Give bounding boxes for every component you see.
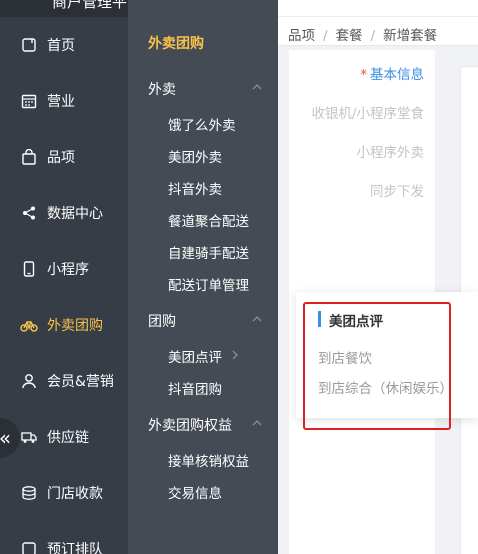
submenu-group-rights[interactable]: 外卖团购权益 [148,415,232,435]
submenu-group-delivery[interactable]: 外卖 [148,79,176,99]
sidebar-item-label: 会员&营销 [47,374,114,390]
submenu-item-eleme[interactable]: 饿了么外卖 [168,114,236,134]
sidebar-item-data-center[interactable]: 数据中心 [0,185,128,241]
sidebar-item-business[interactable]: 营业 [0,73,128,129]
sidebar-item-members-marketing[interactable]: 会员&营销 [0,353,128,409]
app-header: 商户管理平台 [0,0,128,17]
submenu-item-douyin-delivery[interactable]: 抖音外卖 [168,178,222,198]
sidebar-item-delivery-groupbuy[interactable]: 外卖团购 [0,297,128,353]
chevron-up-icon[interactable] [252,314,262,324]
sidebar-item-products[interactable]: 品项 [0,129,128,185]
tab-sync-distribute[interactable]: 同步下发 [370,180,424,200]
main-content: 品项 / 套餐 / 新增套餐 * 基本信息 收银机/小程序堂食 小程序外卖 同步下发 [278,0,478,554]
sidebar-item-label: 营业 [47,94,75,110]
submenu-item-aggregate-delivery[interactable]: 餐道聚合配送 [168,210,249,230]
chevron-up-icon[interactable] [252,418,262,428]
sidebar-item-miniprogram[interactable]: 小程序 [0,241,128,297]
submenu-item-transaction-info[interactable]: 交易信息 [168,482,222,502]
breadcrumb-item[interactable]: 品项 [288,28,315,44]
coins-icon [20,484,38,502]
breadcrumb-separator: / [370,28,376,44]
sidebar-item-label: 品项 [47,150,75,166]
submenu-group-groupbuy[interactable]: 团购 [148,311,176,331]
breadcrumb-separator: / [323,28,328,44]
tab-label: 基本信息 [370,67,424,83]
truck-icon [20,428,38,446]
submenu-item-meituan-dianping[interactable]: 美团点评 [168,346,222,366]
user-icon [20,372,38,390]
sidebar-item-label: 首页 [47,38,75,54]
tab-miniprogram-delivery[interactable]: 小程序外卖 [357,141,425,161]
calendar-icon [20,92,38,110]
sidebar-item-home[interactable]: 首页 [0,17,128,73]
chevron-up-icon[interactable] [252,82,262,92]
sidebar-item-reservation-queue[interactable]: 预订排队 [0,521,128,554]
app-title: 商户管理平台 [52,0,128,11]
secondary-sidebar: 外卖团购 外卖 饿了么外卖 美团外卖 抖音外卖 餐道聚合配送 自建骑手配送 配送… [128,0,278,554]
sidebar-item-label: 小程序 [47,262,89,278]
breadcrumb-bar: 品项 / 套餐 / 新增套餐 [278,0,478,46]
required-mark: * [360,67,367,83]
submenu-item-self-rider[interactable]: 自建骑手配送 [168,242,249,262]
sidebar-item-store-payment[interactable]: 门店收款 [0,465,128,521]
tab-basic-info[interactable]: * 基本信息 [360,63,424,83]
submenu-item-order-verify-rights[interactable]: 接单核销权益 [168,450,249,470]
breadcrumb: 品项 / 套餐 / 新增套餐 [288,24,437,44]
sidebar-item-label: 门店收款 [47,486,103,502]
bag-icon [20,148,38,166]
submenu-title: 外卖团购 [148,36,204,52]
top-bar [278,0,478,17]
bike-icon [20,316,38,334]
submenu-item-douyin-groupbuy[interactable]: 抖音团购 [168,378,222,398]
breadcrumb-item[interactable]: 套餐 [336,28,363,44]
sidebar-item-label: 外卖团购 [47,318,103,334]
phone-icon [20,260,38,278]
primary-sidebar: 商户管理平台 首页 营业 品项 数据中心 小程序 外卖团购 [0,0,128,554]
double-chevron-left-icon: « [0,426,12,450]
highlight-box [303,302,451,430]
queue-icon [20,540,38,554]
tab-dine-in[interactable]: 收银机/小程序堂食 [311,102,424,122]
home-icon [20,36,38,54]
breadcrumb-current: 新增套餐 [383,28,438,44]
sidebar-item-label: 预订排队 [47,542,103,554]
chevron-right-icon [232,350,238,360]
sidebar-item-label: 数据中心 [47,206,103,222]
sidebar-item-label: 供应链 [47,430,89,446]
submenu-item-delivery-orders[interactable]: 配送订单管理 [168,274,249,294]
submenu-item-meituan-delivery[interactable]: 美团外卖 [168,146,222,166]
share-icon [20,204,38,222]
